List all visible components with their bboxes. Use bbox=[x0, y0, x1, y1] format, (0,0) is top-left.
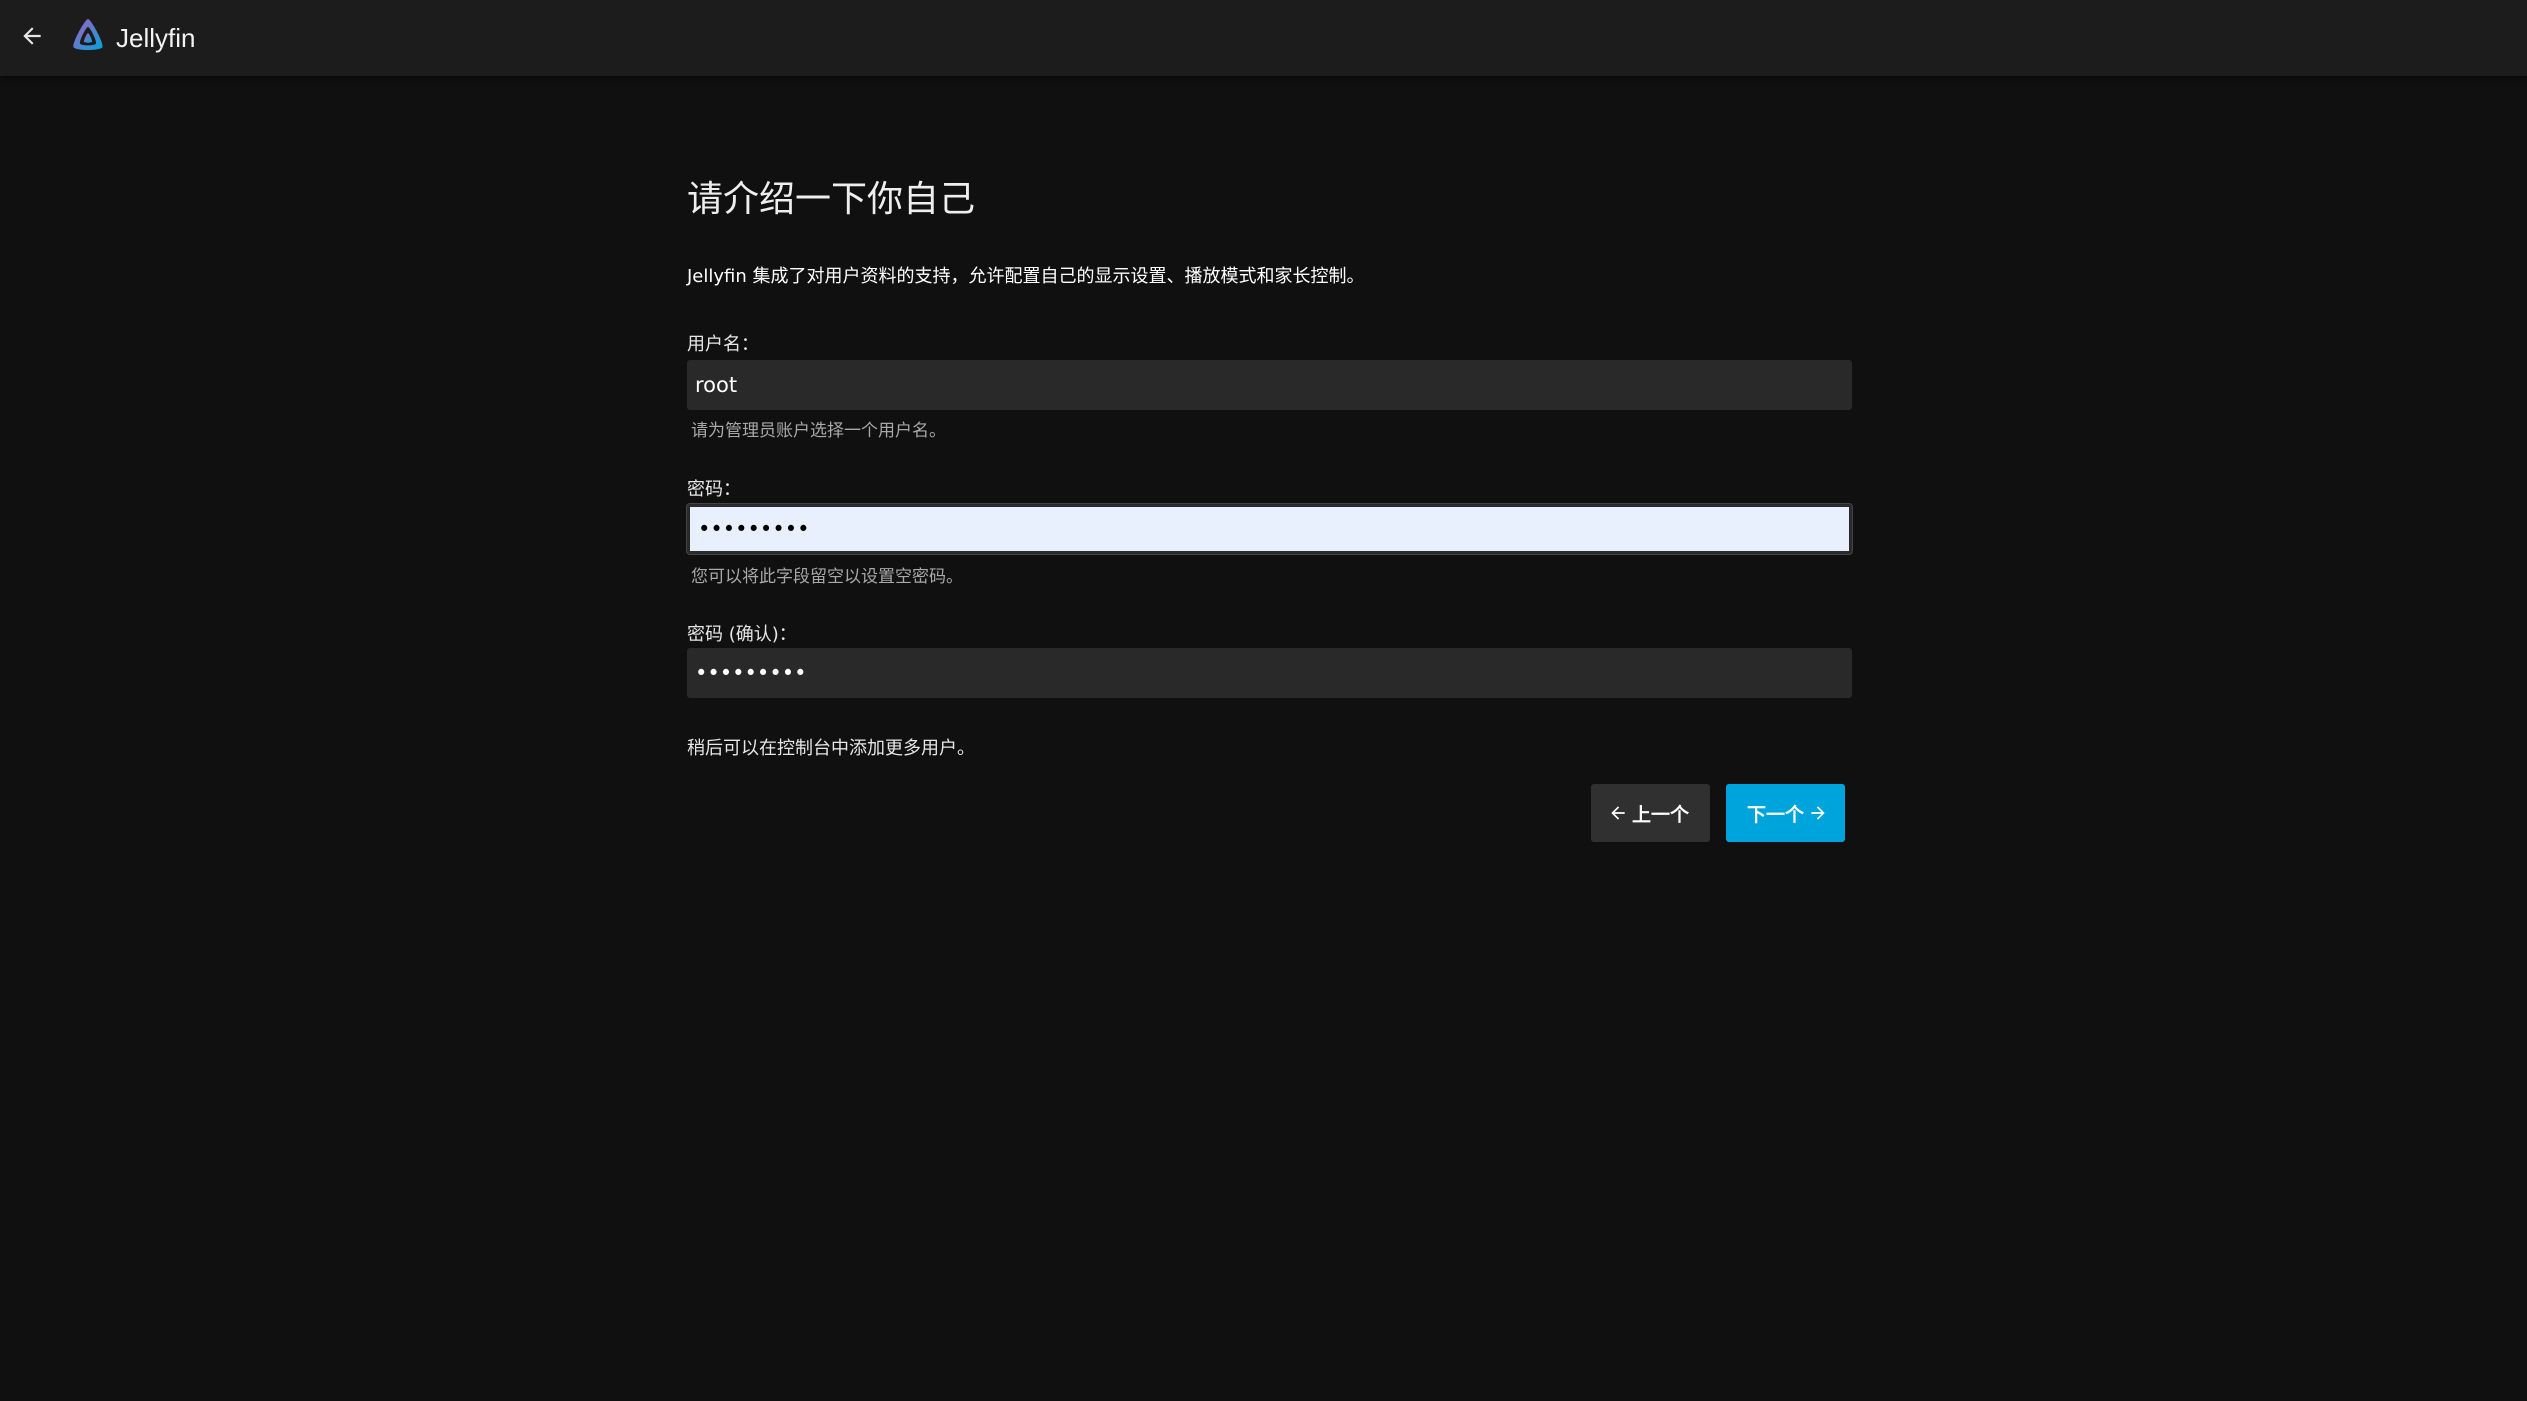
password-helper: 您可以将此字段留空以设置空密码。 bbox=[691, 567, 963, 587]
password-confirm-label: 密码 (确认)： bbox=[687, 624, 797, 645]
username-helper: 请为管理员账户选择一个用户名。 bbox=[691, 421, 946, 441]
next-label: 下一个 bbox=[1746, 803, 1804, 826]
app-logo[interactable]: Jellyfin bbox=[68, 16, 195, 60]
password-confirm-field[interactable] bbox=[687, 648, 1852, 698]
password-field[interactable] bbox=[687, 504, 1852, 554]
arrow-right-icon bbox=[1808, 803, 1828, 823]
add-users-note: 稍后可以在控制台中添加更多用户。 bbox=[687, 738, 975, 759]
back-button[interactable] bbox=[12, 18, 52, 58]
app-name: Jellyfin bbox=[116, 22, 196, 53]
previous-label: 上一个 bbox=[1631, 803, 1689, 826]
next-button[interactable]: 下一个 bbox=[1726, 784, 1845, 842]
intro-text: Jellyfin 集成了对用户资料的支持，允许配置自己的显示设置、播放模式和家长… bbox=[687, 266, 1365, 287]
previous-button[interactable]: 上一个 bbox=[1591, 784, 1710, 842]
page-title: 请介绍一下你自己 bbox=[687, 179, 976, 220]
top-bar: Jellyfin bbox=[0, 0, 2527, 76]
wizard-user-form: 请介绍一下你自己 Jellyfin 集成了对用户资料的支持，允许配置自己的显示设… bbox=[687, 170, 1852, 842]
jellyfin-logo-icon bbox=[68, 16, 108, 60]
username-label: 用户名： bbox=[687, 334, 759, 355]
arrow-left-icon bbox=[19, 23, 45, 53]
password-label: 密码： bbox=[687, 479, 741, 500]
arrow-left-icon bbox=[1608, 803, 1628, 823]
username-field[interactable] bbox=[687, 360, 1852, 410]
